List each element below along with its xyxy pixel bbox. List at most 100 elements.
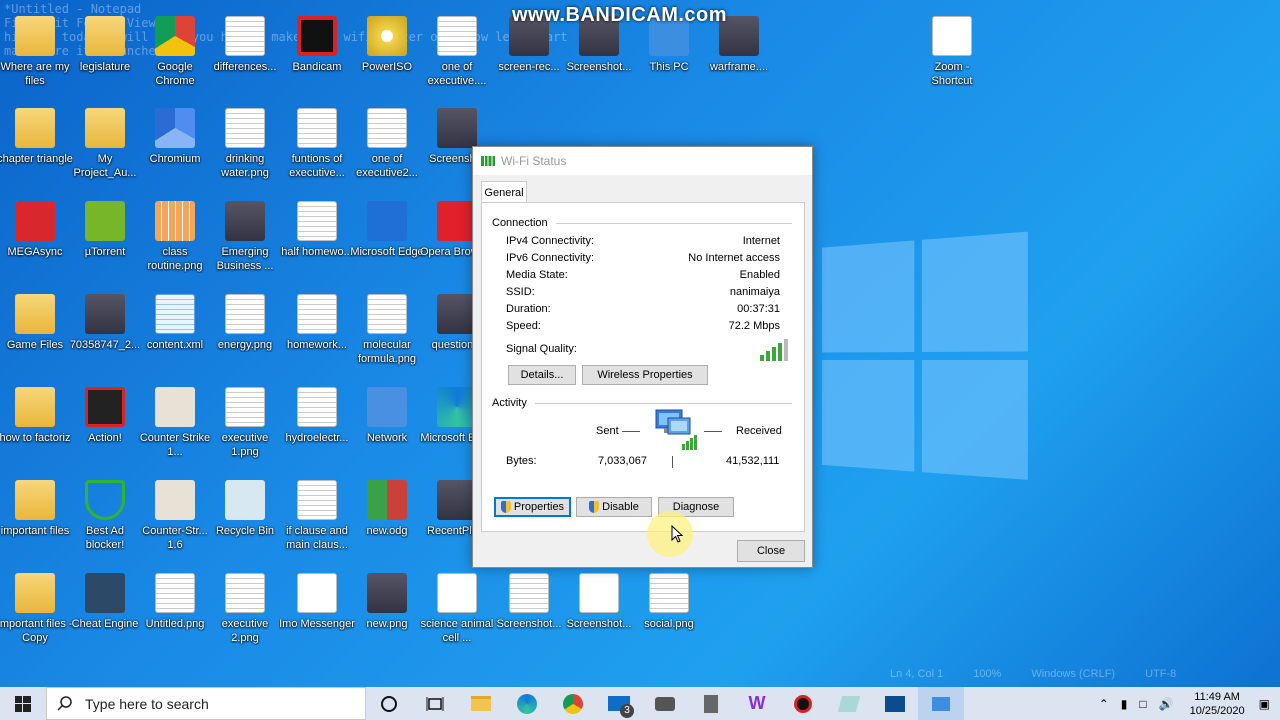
ipv4-value: Internet xyxy=(742,235,780,247)
desktop-icon-label: Google Chrome xyxy=(155,61,195,87)
desktop-icon[interactable]: Screenshot... xyxy=(494,565,564,657)
tab-general[interactable]: General xyxy=(481,181,527,203)
desktop-icon[interactable]: energy.png xyxy=(210,286,280,378)
desktop-icon[interactable]: My Project_Au... xyxy=(70,100,140,192)
desktop-icon-label: My Project_Au... xyxy=(73,153,137,179)
desktop-icon[interactable]: executive 1.png xyxy=(210,379,280,471)
img-icon xyxy=(225,201,265,241)
ipv6-label: IPv6 Connectivity: xyxy=(506,252,595,264)
desktop-icon[interactable]: how to factoriz xyxy=(0,379,70,471)
desktop-icon[interactable]: legislature xyxy=(70,8,140,100)
desktop-icon[interactable]: PowerISO xyxy=(352,8,422,100)
chrome-icon[interactable] xyxy=(550,687,596,720)
desktop-icon[interactable]: Where are my files xyxy=(0,8,70,100)
desktop-icon[interactable]: one of executive.... xyxy=(422,8,492,100)
file-explorer-icon[interactable] xyxy=(458,687,504,720)
desktop-icon[interactable]: drinking water.png xyxy=(210,100,280,192)
desktop-icon[interactable]: new.odg xyxy=(352,472,422,564)
bandicam-icon xyxy=(297,16,337,56)
desktop-icon[interactable]: hydroelectr... xyxy=(282,379,352,471)
mega-icon xyxy=(15,201,55,241)
desktop-icon[interactable]: Counter-Str... 1.6 xyxy=(140,472,210,564)
desktop-icon[interactable]: social.png xyxy=(634,565,704,657)
network-tray-icon[interactable]: □ xyxy=(1139,697,1146,711)
winamp-icon[interactable]: W xyxy=(734,687,780,720)
desktop-icon[interactable]: Emerging Business ... xyxy=(210,193,280,285)
control-panel-icon[interactable] xyxy=(918,687,964,720)
desktop-icon[interactable]: funtions of executive... xyxy=(282,100,352,192)
signal-quality-label: Signal Quality: xyxy=(506,343,577,355)
notifications-icon[interactable]: ▣ xyxy=(1259,697,1270,711)
desktop-icon[interactable]: new.png xyxy=(352,565,422,657)
duration-row: Duration: 00:37:31 xyxy=(506,303,780,315)
desktop-icon[interactable]: Network xyxy=(352,379,422,471)
desktop-icon[interactable]: µTorrent xyxy=(70,193,140,285)
app-icon[interactable] xyxy=(826,687,872,720)
desktop-icon[interactable]: Chromium xyxy=(140,100,210,192)
wireless-properties-button[interactable]: Wireless Properties xyxy=(582,365,708,385)
clock[interactable]: 11:49 AM 10/25/2020 xyxy=(1190,690,1245,718)
desktop-icon[interactable]: molecular formula.png xyxy=(352,286,422,378)
desktop-icon[interactable]: class routine.png xyxy=(140,193,210,285)
desktop-icon[interactable]: Microsoft Edge xyxy=(350,193,424,285)
disable-button[interactable]: Disable xyxy=(576,497,652,517)
windows-logo-wallpaper xyxy=(822,231,1032,489)
details-button[interactable]: Details... xyxy=(508,365,576,385)
desktop-icon[interactable]: Google Chrome xyxy=(140,8,210,100)
desktop-icon[interactable]: if clause and main claus... xyxy=(282,472,352,564)
desktop-icon[interactable]: one of executive2... xyxy=(352,100,422,192)
desktop-icon[interactable]: important files - Copy xyxy=(0,565,73,657)
desktop-icon[interactable]: homework... xyxy=(282,286,352,378)
task-view-icon[interactable] xyxy=(412,687,458,720)
desktop-icon-label: Where are my files xyxy=(0,61,70,87)
close-button[interactable]: Close xyxy=(737,540,805,562)
desktop-icon[interactable]: important files xyxy=(0,472,70,564)
properties-button[interactable]: Properties xyxy=(494,497,571,517)
desktop-icon-label: Emerging Business ... xyxy=(216,246,274,272)
desktop-icon[interactable]: executive 2.png xyxy=(210,565,280,657)
camera-icon[interactable] xyxy=(642,687,688,720)
calculator-icon[interactable] xyxy=(688,687,734,720)
signal-quality-row: Signal Quality: xyxy=(506,343,780,355)
poweriso-icon xyxy=(367,16,407,56)
desktop-icon[interactable]: Cheat Engine xyxy=(70,565,140,657)
mail-icon[interactable]: 3 xyxy=(596,687,642,720)
desktop-icon[interactable]: chapter triangle xyxy=(0,100,73,192)
bytes-label: Bytes: xyxy=(506,455,537,467)
sent-line xyxy=(622,431,640,432)
desktop-icon[interactable]: Action! xyxy=(70,379,140,471)
ssid-value: nanimaiya xyxy=(729,286,780,298)
desktop-icon[interactable]: Recycle Bin xyxy=(210,472,280,564)
media-player-icon[interactable] xyxy=(872,687,918,720)
desktop-icon[interactable]: Screenshot... xyxy=(564,565,634,657)
bandicam-record-icon[interactable] xyxy=(780,687,826,720)
desktop-icon[interactable]: Zoom - Shortcut xyxy=(917,8,987,100)
desktop-icon[interactable]: science animal cell ... xyxy=(421,565,493,657)
desktop-icon[interactable]: 70358747_2... xyxy=(70,286,140,378)
taskbar-search-box[interactable]: Type here to search xyxy=(46,687,366,720)
desktop-icon[interactable]: Untitled.png xyxy=(140,565,210,657)
volume-icon[interactable]: 🔊 xyxy=(1159,697,1174,711)
edge-icon[interactable] xyxy=(504,687,550,720)
desktop-icon-label: Counter Strike 1... xyxy=(139,432,211,458)
signal-bars-icon xyxy=(760,337,788,361)
desktop-icon[interactable]: differences... xyxy=(210,8,280,100)
chevron-up-icon[interactable]: ⌃ xyxy=(1099,697,1109,711)
clock-date: 10/25/2020 xyxy=(1189,704,1245,717)
desktop-icon[interactable]: MEGAsync xyxy=(0,193,70,285)
desktop-icon[interactable]: Counter Strike 1... xyxy=(140,379,210,471)
dialog-titlebar[interactable]: Wi-Fi Status xyxy=(473,147,812,175)
desktop-icon[interactable]: content.xml xyxy=(140,286,210,378)
battery-icon[interactable]: ▮ xyxy=(1121,697,1128,711)
desktop-icon[interactable]: half homewo... xyxy=(281,193,353,285)
ipv4-row: IPv4 Connectivity: Internet xyxy=(506,235,780,247)
docline-icon xyxy=(649,573,689,613)
desktop-icon[interactable]: Game Files xyxy=(0,286,70,378)
cortana-icon[interactable] xyxy=(366,687,412,720)
desktop-icon-label: µTorrent xyxy=(84,246,126,258)
start-button[interactable] xyxy=(0,687,46,720)
desktop-icon[interactable]: Bandicam xyxy=(282,8,352,100)
desktop-icon[interactable]: Imo Messenger xyxy=(279,565,355,657)
doc-icon xyxy=(932,16,972,56)
desktop-icon[interactable]: Best Ad blocker! xyxy=(70,472,140,564)
